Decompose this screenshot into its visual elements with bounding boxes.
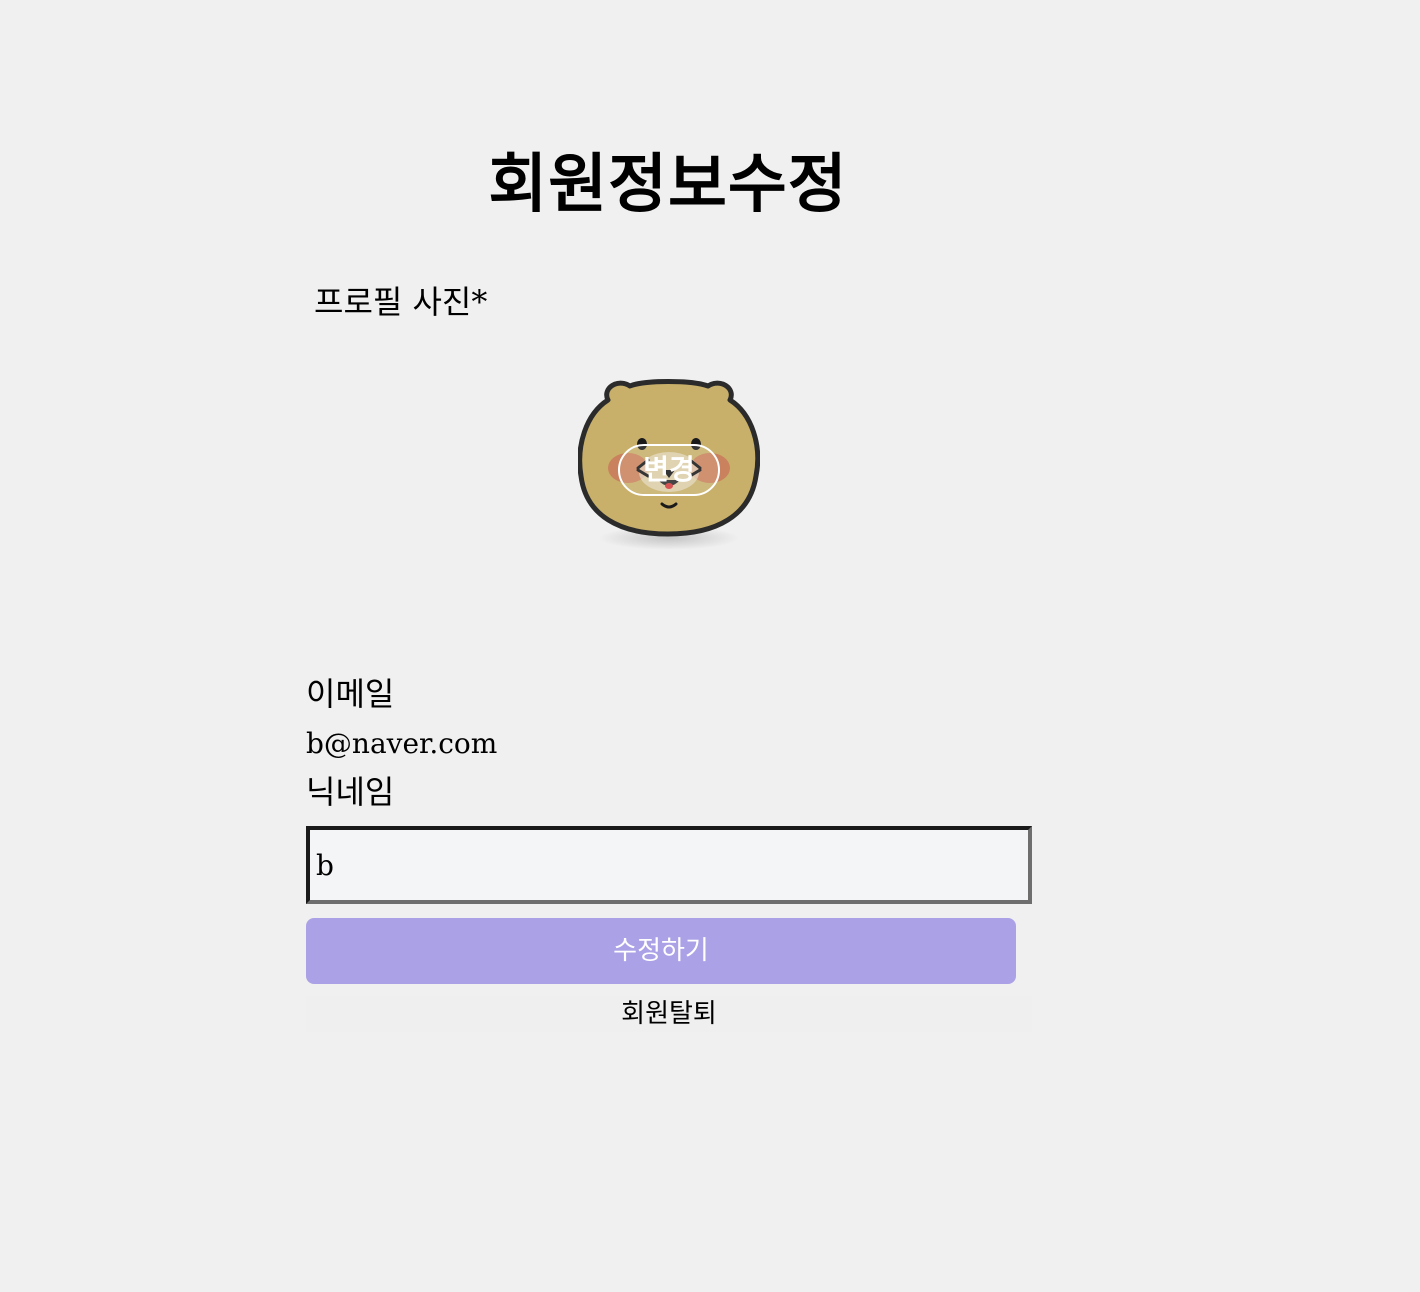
email-label: 이메일 (306, 675, 395, 713)
submit-button[interactable]: 수정하기 (306, 918, 1016, 984)
change-photo-button[interactable]: 변경 (618, 444, 720, 496)
withdraw-button[interactable]: 회원탈퇴 (306, 996, 1032, 1032)
profile-photo-label: 프로필 사진* (314, 283, 488, 321)
email-value: b@naver.com (306, 727, 498, 760)
nickname-label: 닉네임 (306, 773, 395, 811)
nickname-input[interactable] (306, 826, 1032, 904)
page-title: 회원정보수정 (488, 147, 848, 222)
